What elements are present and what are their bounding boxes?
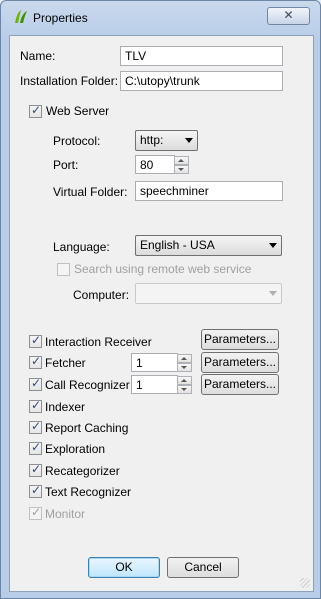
recategorizer-checkbox[interactable]	[29, 462, 42, 477]
call-recognizer-label: Call Recognizer	[45, 378, 130, 392]
interaction-receiver-checkbox[interactable]	[29, 333, 42, 348]
fetcher-down-icon[interactable]	[177, 363, 192, 372]
remote-search-label: Search using remote web service	[74, 262, 252, 276]
installation-folder-field[interactable]: C:\utopy\trunk	[120, 71, 283, 91]
name-field[interactable]: TLV	[120, 46, 283, 66]
app-logo-icon	[15, 10, 27, 23]
indexer-label: Indexer	[45, 400, 86, 414]
chevron-down-icon	[269, 243, 277, 248]
resize-grip-icon[interactable]	[300, 578, 310, 588]
text-recognizer-checkbox[interactable]	[29, 483, 42, 498]
exploration-label: Exploration	[45, 442, 106, 456]
title-bar[interactable]: Properties ✕	[1, 1, 320, 34]
port-stepper[interactable]	[174, 156, 189, 174]
report-caching-checkbox[interactable]	[29, 419, 42, 434]
fetcher-parameters-button[interactable]: Parameters...	[201, 352, 279, 373]
call-recognizer-checkbox[interactable]	[29, 376, 42, 391]
language-label: Language:	[53, 240, 110, 254]
fetcher-stepper[interactable]	[177, 354, 192, 372]
dialog-body: Name: TLV Installation Folder: C:\utopy\…	[9, 35, 314, 592]
interaction-receiver-label: Interaction Receiver	[45, 335, 152, 349]
fetcher-checkbox[interactable]	[29, 354, 42, 369]
ok-button[interactable]: OK	[88, 557, 160, 578]
web-server-checkbox[interactable]	[29, 103, 42, 118]
protocol-select[interactable]: http:	[135, 130, 198, 151]
text-recognizer-label: Text Recognizer	[45, 485, 132, 499]
call-recognizer-parameters-button[interactable]: Parameters...	[201, 374, 279, 395]
fetcher-up-icon[interactable]	[177, 354, 192, 363]
chevron-down-icon	[185, 138, 193, 143]
fetcher-label: Fetcher	[45, 356, 86, 370]
protocol-label: Protocol:	[53, 134, 101, 148]
virtual-folder-field[interactable]: speechminer	[135, 181, 283, 201]
language-value: English - USA	[140, 238, 215, 252]
port-up-icon[interactable]	[174, 156, 189, 165]
computer-label: Computer:	[73, 288, 130, 302]
recategorizer-label: Recategorizer	[45, 464, 120, 478]
port-label: Port:	[53, 158, 79, 172]
web-server-label: Web Server	[46, 104, 110, 118]
remote-search-checkbox[interactable]	[57, 263, 70, 276]
report-caching-label: Report Caching	[45, 421, 129, 435]
cancel-button[interactable]: Cancel	[167, 557, 239, 578]
name-label: Name:	[20, 49, 56, 63]
close-icon: ✕	[283, 8, 294, 22]
call-recognizer-stepper[interactable]	[177, 376, 192, 394]
call-recognizer-up-icon[interactable]	[177, 376, 192, 385]
installation-folder-label: Installation Folder:	[20, 74, 119, 88]
interaction-receiver-parameters-button[interactable]: Parameters...	[201, 329, 279, 350]
window-title: Properties	[33, 11, 88, 25]
properties-window: Properties ✕ Name: TLV Installation Fold…	[0, 0, 321, 599]
virtual-folder-label: Virtual Folder:	[53, 185, 128, 199]
indexer-checkbox[interactable]	[29, 398, 42, 413]
fetcher-count-field[interactable]: 1	[131, 353, 178, 372]
port-field[interactable]: 80	[135, 155, 175, 174]
protocol-value: http:	[140, 133, 164, 147]
call-recognizer-down-icon[interactable]	[177, 385, 192, 394]
chevron-down-icon	[269, 291, 277, 296]
port-down-icon[interactable]	[174, 165, 189, 174]
call-recognizer-count-field[interactable]: 1	[131, 375, 178, 394]
language-select[interactable]: English - USA	[135, 235, 282, 256]
close-button[interactable]: ✕	[267, 7, 310, 25]
computer-select[interactable]	[135, 283, 282, 304]
monitor-checkbox[interactable]	[29, 505, 42, 520]
monitor-label: Monitor	[45, 507, 86, 521]
exploration-checkbox[interactable]	[29, 440, 42, 455]
